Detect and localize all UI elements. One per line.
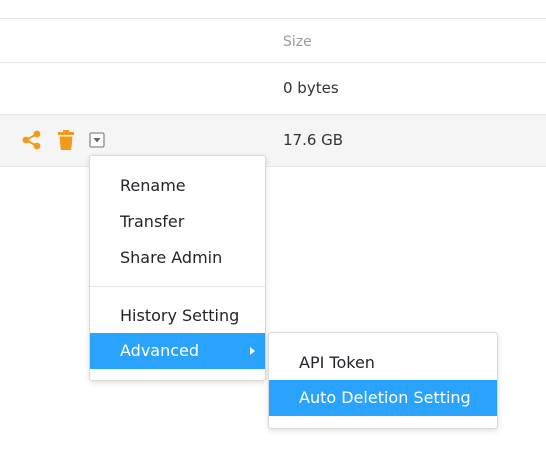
table-top-border	[0, 0, 546, 19]
menu-item-api-token[interactable]: API Token	[269, 345, 497, 381]
menu-item-auto-deletion-setting[interactable]: Auto Deletion Setting	[269, 380, 497, 416]
size-column-header[interactable]: Size	[283, 34, 312, 50]
table-row[interactable]: 17.6 GB	[0, 115, 546, 167]
menu-divider	[90, 286, 265, 287]
table-row[interactable]: 0 bytes	[0, 63, 546, 115]
menu-item-rename[interactable]: Rename	[90, 168, 265, 204]
menu-item-history-setting[interactable]: History Setting	[90, 298, 265, 334]
library-list-page: Size 0 bytes 17.6 GB Rename Transfer Sha…	[0, 0, 546, 471]
table-header-row: Size	[0, 19, 546, 63]
dropdown-toggle-icon[interactable]	[86, 128, 108, 152]
menu-item-advanced-label: Advanced	[120, 341, 200, 360]
size-cell: 17.6 GB	[283, 131, 344, 149]
share-icon[interactable]	[20, 128, 44, 152]
advanced-submenu: API Token Auto Deletion Setting	[268, 332, 498, 429]
caret-right-icon	[250, 347, 255, 355]
menu-item-share-admin[interactable]: Share Admin	[90, 240, 265, 276]
menu-item-advanced[interactable]: Advanced	[90, 333, 265, 369]
context-menu: Rename Transfer Share Admin History Sett…	[89, 155, 266, 381]
trash-icon[interactable]	[54, 128, 78, 152]
menu-item-transfer[interactable]: Transfer	[90, 204, 265, 240]
size-cell: 0 bytes	[283, 79, 339, 97]
